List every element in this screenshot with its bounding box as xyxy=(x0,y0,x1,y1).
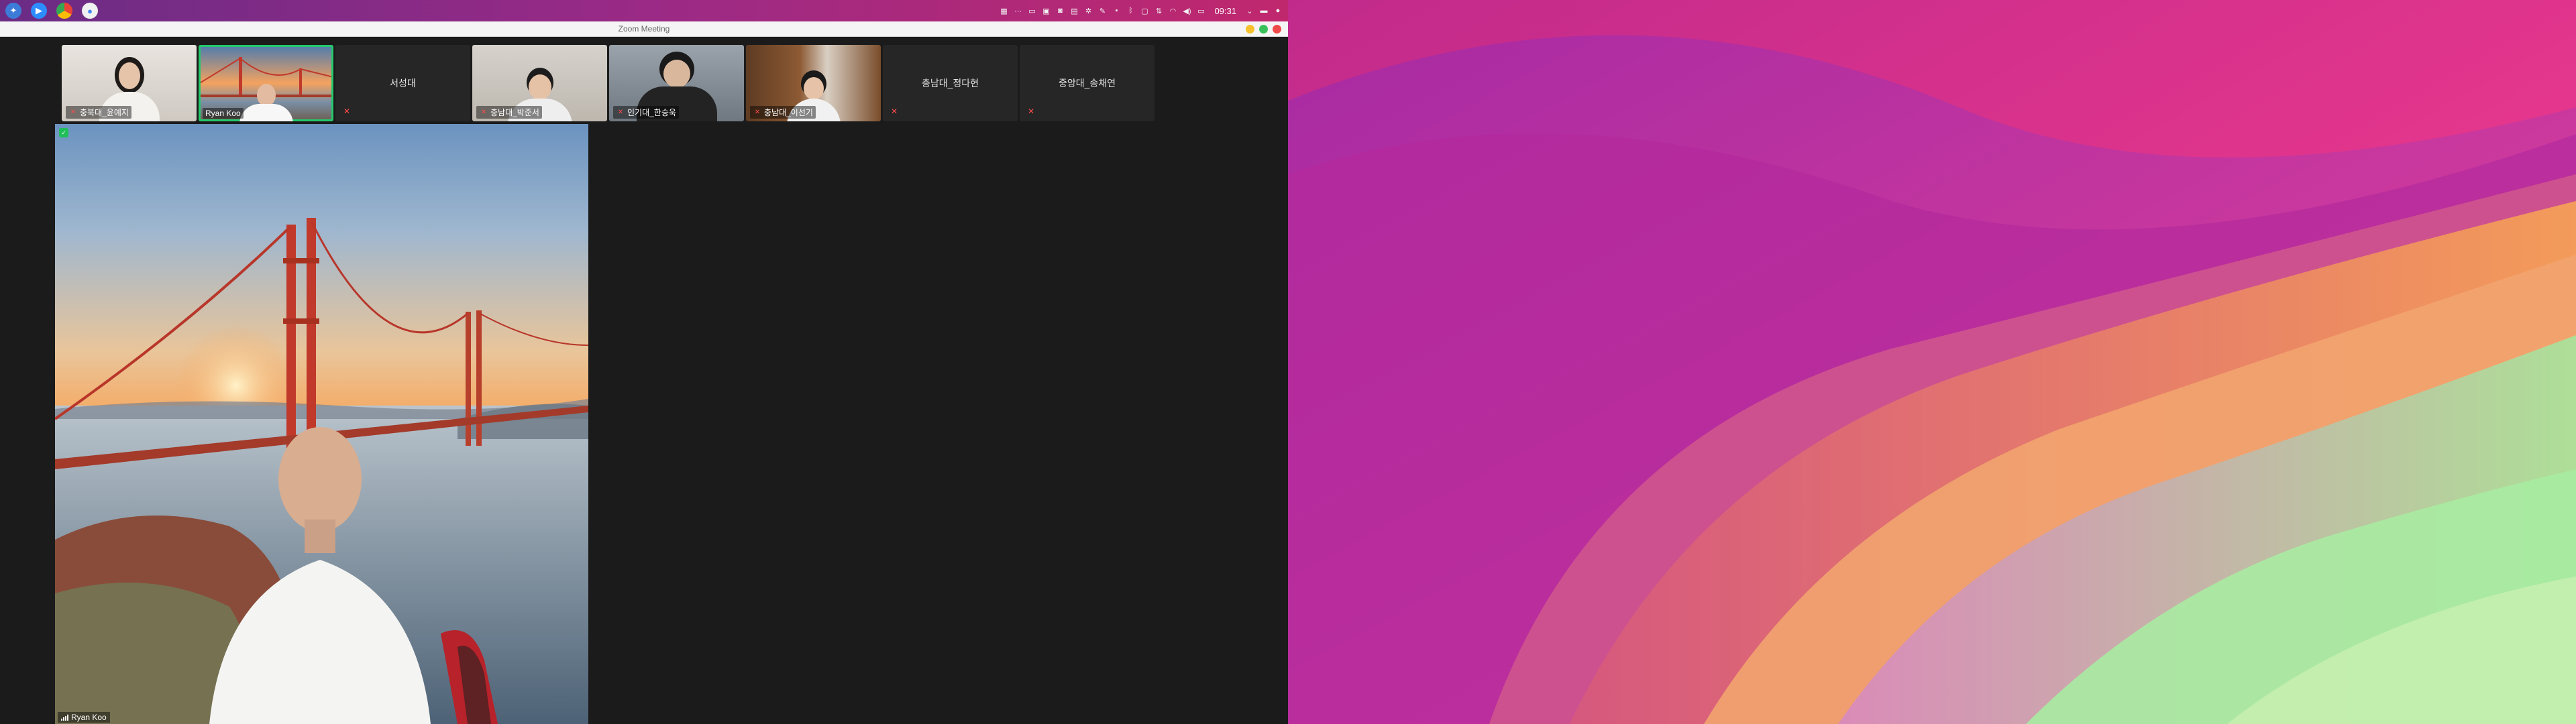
mic-muted-icon: ✕ xyxy=(343,107,351,116)
mic-muted-icon: ✕ xyxy=(891,107,898,116)
gallery-strip: ✕ 충북대_윤예지 Ryan Koo 서성대 ✕ ✕ 충남대_박준서 ✕ 인기대… xyxy=(62,45,1155,121)
chrome-alt-icon[interactable]: ● xyxy=(82,3,98,19)
messenger-icon[interactable]: ◙ xyxy=(1055,6,1065,15)
main-speaker-video[interactable]: ✓ Ryan Koo xyxy=(55,124,588,724)
participant-tile[interactable]: 중앙대_송채연 ✕ xyxy=(1020,45,1155,121)
participant-face xyxy=(663,60,690,88)
participant-tile[interactable]: ✕ 인기대_한승욱 xyxy=(609,45,744,121)
participant-face xyxy=(256,84,276,107)
signal-icon xyxy=(61,714,68,721)
right-monitor-wallpaper xyxy=(1288,0,2576,724)
participant-name: Ryan Koo xyxy=(205,109,241,118)
panel-launchers: ✦ ▶ ● xyxy=(5,3,98,19)
desktop-icon[interactable]: ▬ xyxy=(1259,6,1269,15)
shield-icon[interactable]: ✓ xyxy=(59,128,68,137)
left-monitor: ✦ ▶ ● ▦ ⋯ ▭ ▣ ◙ ▤ ✲ ✎ ▪ ᛒ ▢ ⇅ ◠ ◀) ▭ 09:… xyxy=(0,0,1288,724)
clock[interactable]: 09:31 xyxy=(1214,6,1236,16)
system-tray: ▦ ⋯ ▭ ▣ ◙ ▤ ✲ ✎ ▪ ᛒ ▢ ⇅ ◠ ◀) ▭ 09:31 ⌄ ▬… xyxy=(999,6,1283,16)
zoom-icon[interactable]: ▶ xyxy=(31,3,47,19)
system-panel: ✦ ▶ ● ▦ ⋯ ▭ ▣ ◙ ▤ ✲ ✎ ▪ ᛒ ▢ ⇅ ◠ ◀) ▭ 09:… xyxy=(0,0,1288,21)
zoom-titlebar[interactable]: Zoom Meeting xyxy=(0,21,1288,37)
speaker-head xyxy=(278,427,362,532)
participant-label: Ryan Koo xyxy=(203,108,244,119)
participant-tile-active[interactable]: Ryan Koo xyxy=(199,45,333,121)
mic-muted-icon: ✕ xyxy=(480,109,487,116)
golden-gate-background xyxy=(55,218,588,724)
notes-icon[interactable]: ✎ xyxy=(1097,6,1107,15)
participant-name: 충남대_정다현 xyxy=(921,78,979,88)
main-speaker-name: Ryan Koo xyxy=(71,713,107,722)
grid-icon[interactable]: ▦ xyxy=(999,6,1008,15)
participant-label: ✕ 충북대_윤예지 xyxy=(66,106,131,119)
user-icon[interactable]: ● xyxy=(1273,6,1283,15)
participant-name: 충남대_박준서 xyxy=(490,108,539,117)
participant-name: 인기대_한승욱 xyxy=(627,108,676,117)
mic-muted-icon: ✕ xyxy=(617,109,624,116)
mic-muted-icon: ✕ xyxy=(70,109,76,116)
window-title: Zoom Meeting xyxy=(618,24,670,34)
minimize-all-icon[interactable]: ⌄ xyxy=(1245,6,1254,15)
desktop: ✦ ▶ ● ▦ ⋯ ▭ ▣ ◙ ▤ ✲ ✎ ▪ ᛒ ▢ ⇅ ◠ ◀) ▭ 09:… xyxy=(0,0,2576,724)
network-icon[interactable]: ⇅ xyxy=(1154,6,1163,15)
participant-name: 서성대 xyxy=(390,78,416,88)
screen-icon[interactable]: ▭ xyxy=(1027,6,1036,15)
kde-menu-icon[interactable]: ✦ xyxy=(5,3,21,19)
window-controls xyxy=(1246,25,1281,34)
participant-tile[interactable]: ✕ 충북대_윤예지 xyxy=(62,45,197,121)
participant-label: ✕ 인기대_한승욱 xyxy=(613,106,679,119)
volume-icon[interactable]: ◀) xyxy=(1182,6,1191,15)
participant-tile[interactable]: ✕ 충남대_박준서 xyxy=(472,45,607,121)
speaker-neck xyxy=(305,520,335,553)
chrome-icon[interactable] xyxy=(56,3,72,19)
mic-muted-icon: ✕ xyxy=(1028,107,1035,116)
maximize-button[interactable] xyxy=(1259,25,1268,34)
clipboard-icon[interactable]: ▤ xyxy=(1069,6,1079,15)
participant-face xyxy=(118,62,140,89)
display-icon[interactable]: ▢ xyxy=(1140,6,1149,15)
participant-face xyxy=(528,74,551,100)
zoom-tray-icon[interactable]: ▣ xyxy=(1041,6,1051,15)
mic-muted-icon: ✕ xyxy=(754,109,761,116)
close-button[interactable] xyxy=(1273,25,1281,34)
more-icon[interactable]: ⋯ xyxy=(1013,6,1022,15)
wifi-icon[interactable]: ◠ xyxy=(1168,6,1177,15)
participant-name: 충북대_윤예지 xyxy=(80,108,129,117)
participant-label: ✕ 충남대_이선기 xyxy=(750,106,816,119)
participant-tile[interactable]: ✕ 충남대_이선기 xyxy=(746,45,881,121)
settings-icon[interactable]: ✲ xyxy=(1083,6,1093,15)
participant-tile[interactable]: 서성대 ✕ xyxy=(335,45,470,121)
main-speaker-label: Ryan Koo xyxy=(58,712,110,723)
participant-label: ✕ 충남대_박준서 xyxy=(476,106,542,119)
participant-tile[interactable]: 충남대_정다현 ✕ xyxy=(883,45,1018,121)
participant-name: 중앙대_송채연 xyxy=(1058,78,1116,88)
participant-name: 충남대_이선기 xyxy=(764,108,813,117)
bluetooth-icon[interactable]: ᛒ xyxy=(1126,6,1135,15)
battery-icon[interactable]: ▭ xyxy=(1196,6,1205,15)
minimize-button[interactable] xyxy=(1246,25,1254,34)
app-tray-icon[interactable]: ▪ xyxy=(1112,6,1121,15)
wallpaper-art xyxy=(1288,0,2576,724)
participant-face xyxy=(803,77,824,100)
